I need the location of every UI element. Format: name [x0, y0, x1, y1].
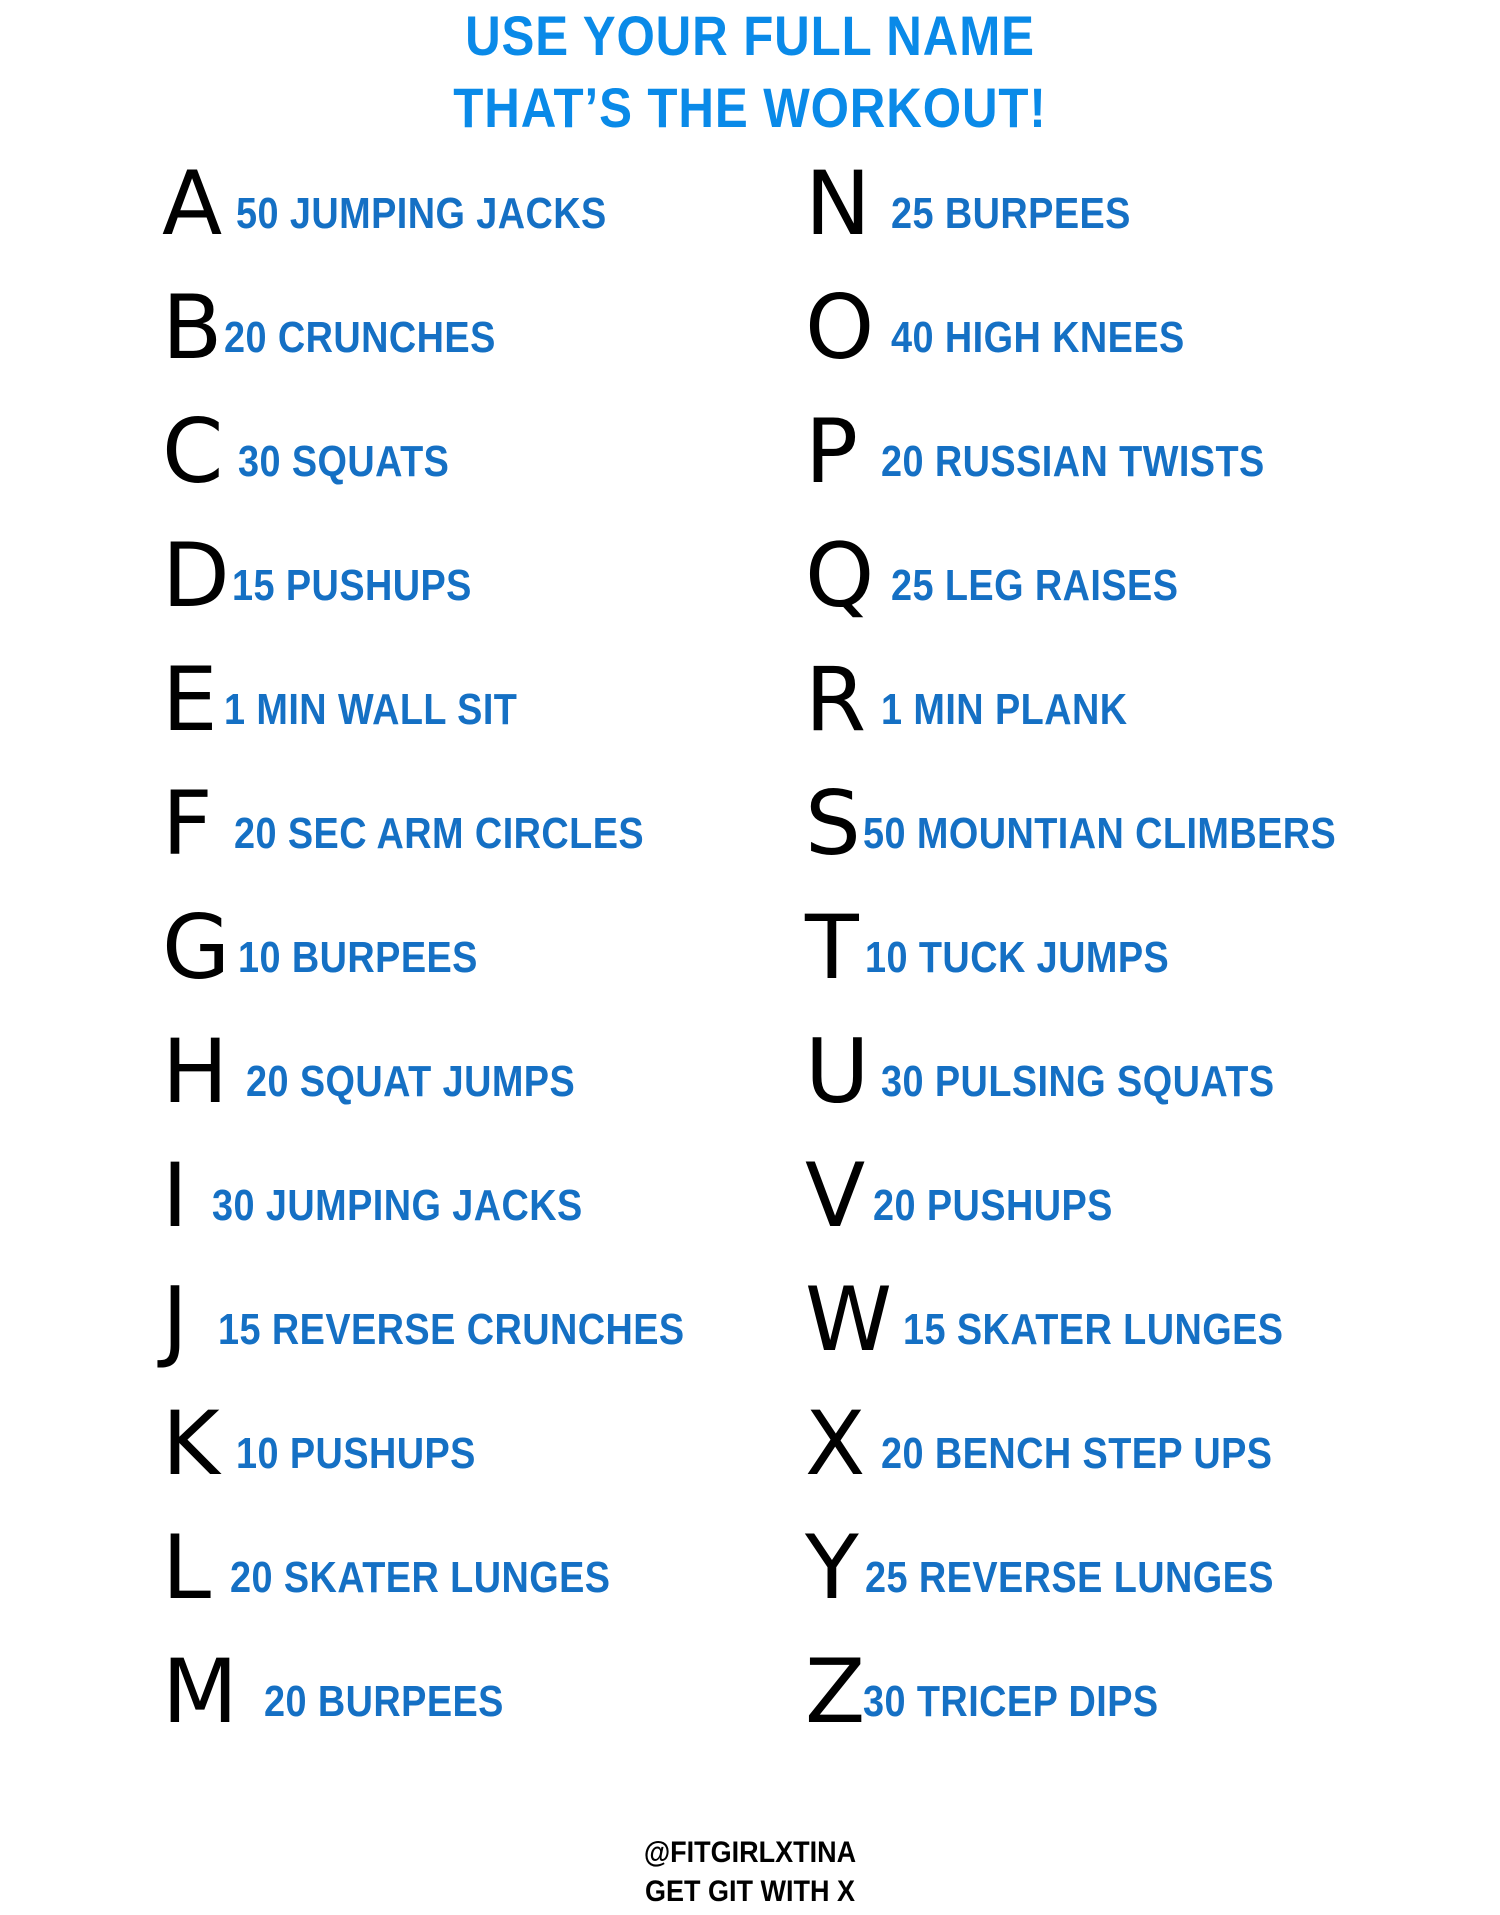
exercise: 30 JUMPING JACKS — [212, 1181, 583, 1230]
letter: W — [805, 1268, 893, 1371]
exercise: 50 JUMPING JACKS — [236, 189, 607, 238]
exercise: 20 BURPEES — [264, 1677, 504, 1726]
letter: L — [162, 1516, 212, 1619]
title-line-2: THAT’S THE WORKOUT! — [453, 76, 1047, 139]
exercise: 1 MIN PLANK — [881, 685, 1128, 734]
exercise: 30 SQUATS — [238, 437, 450, 486]
letter: A — [162, 152, 223, 255]
footer-tagline: GET GIT WITH X — [644, 1875, 855, 1908]
letter: N — [805, 152, 871, 255]
exercise: 1 MIN WALL SIT — [224, 685, 518, 734]
letter: B — [162, 276, 223, 379]
exercise: 10 BURPEES — [238, 933, 478, 982]
exercise: 25 REVERSE LUNGES — [865, 1553, 1274, 1602]
exercise: 20 RUSSIAN TWISTS — [881, 437, 1265, 486]
exercise: 40 HIGH KNEES — [891, 313, 1185, 362]
exercise: 20 BENCH STEP UPS — [881, 1429, 1273, 1478]
letter: I — [162, 1144, 188, 1247]
exercise: 20 SEC ARM CIRCLES — [234, 809, 645, 858]
exercise: 15 REVERSE CRUNCHES — [218, 1305, 685, 1354]
letter: G — [162, 896, 231, 999]
letter: Z — [805, 1640, 866, 1743]
title-line-1: USE YOUR FULL NAME — [465, 4, 1035, 67]
letter: Y — [805, 1516, 859, 1619]
exercise: 25 BURPEES — [891, 189, 1131, 238]
letter: O — [805, 276, 875, 379]
letter: K — [162, 1392, 220, 1495]
exercise: 50 MOUNTIAN CLIMBERS — [863, 809, 1337, 858]
exercise: 10 TUCK JUMPS — [865, 933, 1170, 982]
letter: F — [162, 772, 213, 875]
exercise: 15 PUSHUPS — [232, 561, 472, 610]
letter: S — [805, 772, 861, 875]
letter: J — [162, 1268, 188, 1371]
letter: V — [805, 1144, 866, 1247]
letter: P — [805, 400, 859, 503]
exercise: 15 SKATER LUNGES — [903, 1305, 1284, 1354]
letter: E — [162, 648, 218, 751]
exercise: 10 PUSHUPS — [236, 1429, 476, 1478]
exercise: 25 LEG RAISES — [891, 561, 1179, 610]
exercise: 30 PULSING SQUATS — [881, 1057, 1275, 1106]
letter: Q — [805, 524, 875, 627]
exercise: 20 SKATER LUNGES — [230, 1553, 611, 1602]
exercise: 30 TRICEP DIPS — [863, 1677, 1159, 1726]
letter: D — [162, 524, 230, 627]
letter: T — [805, 896, 859, 999]
letter: H — [162, 1020, 229, 1123]
letter: X — [805, 1392, 866, 1495]
letter: U — [805, 1020, 870, 1123]
letter: R — [805, 648, 867, 751]
exercise: 20 PUSHUPS — [873, 1181, 1113, 1230]
letter: M — [162, 1640, 238, 1743]
exercise: 20 SQUAT JUMPS — [246, 1057, 576, 1106]
footer-handle: @FITGIRLXTINA — [643, 1836, 857, 1869]
letter: C — [162, 400, 224, 503]
exercise: 20 CRUNCHES — [224, 313, 496, 362]
